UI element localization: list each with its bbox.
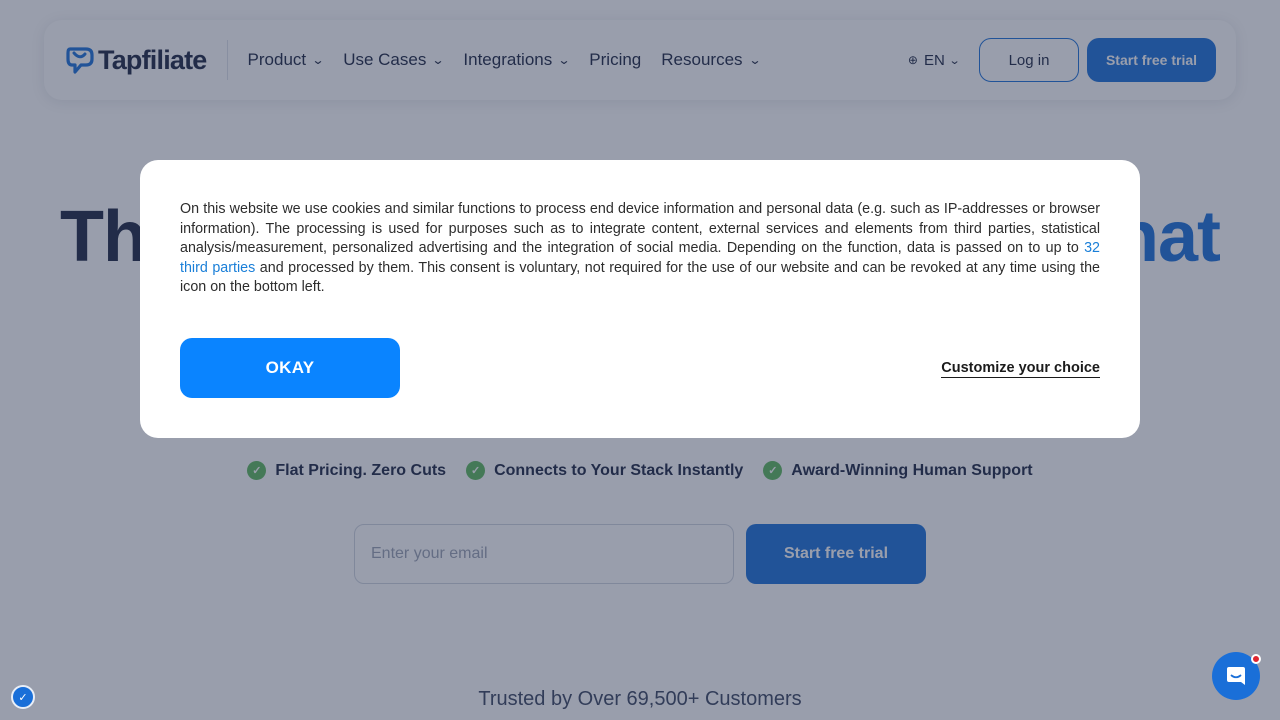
consent-text-part: On this website we use cookies and simil… [180,201,1100,256]
customize-choice-link[interactable]: Customize your choice [941,360,1100,378]
cookie-consent-modal: On this website we use cookies and simil… [140,160,1140,438]
notification-dot [1251,654,1261,664]
cookie-consent-text: On this website we use cookies and simil… [180,200,1100,298]
chat-launcher[interactable] [1212,652,1261,700]
okay-button[interactable]: OKAY [180,338,400,398]
chat-icon [1227,667,1245,685]
consent-text-part: and processed by them. This consent is v… [180,259,1100,296]
consent-settings-button[interactable]: ✓ [11,685,35,709]
consent-settings-icon: ✓ [18,691,28,704]
